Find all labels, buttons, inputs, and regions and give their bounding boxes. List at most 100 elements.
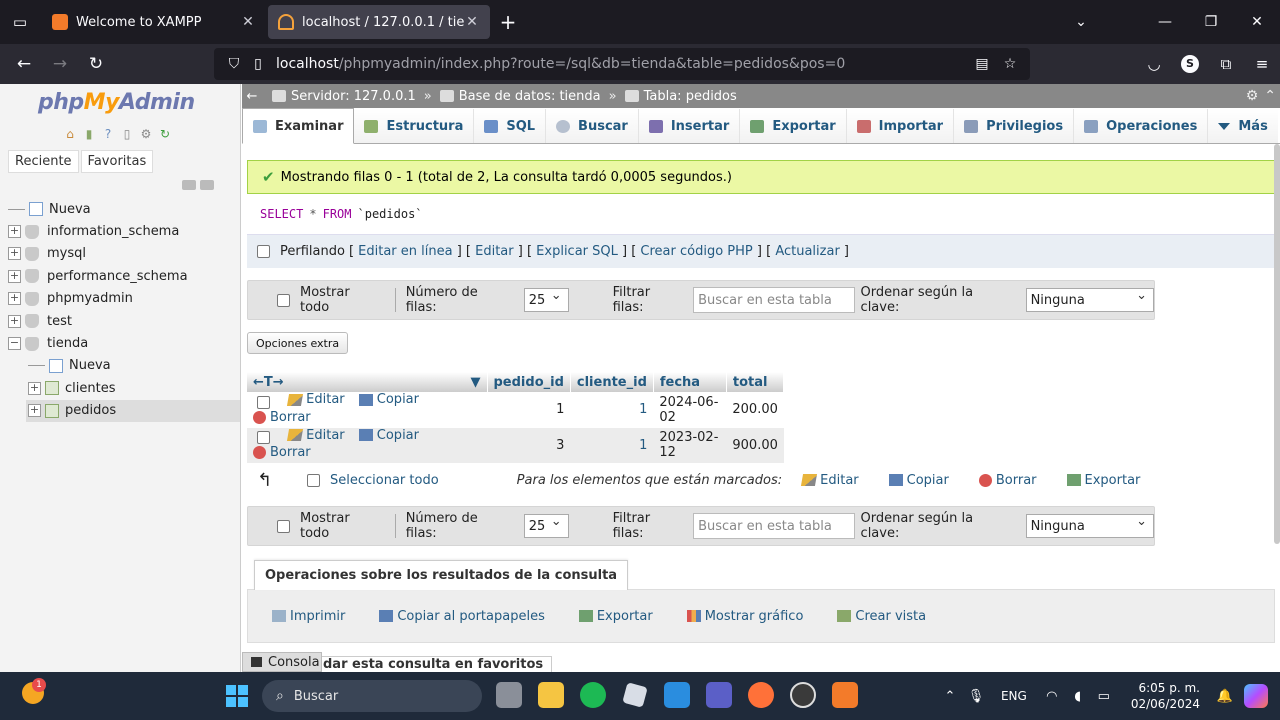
copy-to-clipboard-button[interactable]: Copiar al portapapeles	[379, 609, 545, 624]
spotify-icon[interactable]	[580, 682, 606, 708]
account-avatar[interactable]: S	[1181, 55, 1199, 73]
help-icon[interactable]: ?	[100, 126, 116, 142]
copilot-icon[interactable]	[1244, 684, 1268, 708]
sort-select[interactable]: Ninguna	[1025, 288, 1154, 312]
cell-fecha[interactable]: 2024-06-02	[653, 392, 727, 428]
cell-pedido-id[interactable]: 1	[487, 392, 571, 428]
link-explain-sql[interactable]: Explicar SQL	[536, 244, 618, 259]
create-view-button[interactable]: Crear vista	[837, 609, 926, 624]
tree-item-tienda-new[interactable]: Nueva	[8, 355, 240, 377]
close-window-icon[interactable]: ✕	[1234, 14, 1280, 30]
print-button[interactable]: Imprimir	[272, 609, 345, 624]
cell-cliente-id[interactable]: 1	[570, 427, 654, 463]
bulk-edit-button[interactable]: Editar	[801, 473, 859, 488]
url-bar[interactable]: ⛉ ▯ localhost/phpmyadmin/index.php?route…	[214, 48, 1030, 80]
cell-cliente-id[interactable]: 1	[570, 392, 654, 428]
back-arrow-icon[interactable]: ←	[242, 89, 262, 104]
close-tab-icon[interactable]: ✕	[464, 14, 480, 30]
rows-select[interactable]: 25	[523, 288, 569, 312]
tab-importar[interactable]: Importar	[846, 109, 955, 143]
tab-favorites[interactable]: Favoritas	[80, 150, 154, 173]
close-tab-icon[interactable]: ✕	[240, 14, 256, 30]
notifications-bell-icon[interactable]: 🔔	[1212, 689, 1238, 704]
microphone-icon[interactable]: 🎙	[963, 689, 989, 704]
collapse-minus-icon[interactable]: −	[8, 337, 21, 351]
expand-plus-icon[interactable]: +	[8, 269, 21, 283]
browser-tab-xampp[interactable]: Welcome to XAMPP ✕	[42, 5, 266, 39]
select-all-checkbox[interactable]	[307, 473, 320, 487]
tab-exportar[interactable]: Exportar	[740, 109, 847, 143]
header-cliente-id[interactable]: cliente_id	[570, 372, 654, 392]
row-delete-button[interactable]: Borrar	[253, 445, 311, 460]
profiling-checkbox[interactable]	[257, 245, 270, 258]
xampp-icon[interactable]	[832, 682, 858, 708]
column-arrows-icon[interactable]: ←T→	[253, 375, 284, 390]
tab-recent[interactable]: Reciente	[8, 150, 79, 173]
tab-sql[interactable]: SQL	[474, 109, 547, 143]
row-delete-button[interactable]: Borrar	[253, 410, 311, 425]
taskbar-search[interactable]: ⌕ Buscar	[262, 680, 482, 712]
link-edit[interactable]: Editar	[475, 244, 514, 259]
language-indicator[interactable]: ENG	[1001, 689, 1027, 703]
clock[interactable]: 6:05 p. m. 02/06/2024	[1131, 680, 1200, 712]
minimize-icon[interactable]: —	[1142, 14, 1188, 30]
link-create-php-code[interactable]: Crear código PHP	[640, 244, 752, 259]
breadcrumb-server[interactable]: Servidor: 127.0.0.1	[272, 89, 416, 104]
tree-item-mysql[interactable]: + mysql	[8, 243, 240, 265]
header-pedido-id[interactable]: pedido_id	[487, 372, 571, 392]
tree-item-phpmyadmin[interactable]: + phpmyadmin	[8, 288, 240, 310]
tab-estructura[interactable]: Estructura	[354, 109, 475, 143]
select-all-link[interactable]: Seleccionar todo	[330, 473, 439, 488]
header-fecha[interactable]: fecha	[653, 372, 727, 392]
row-copy-button[interactable]: Copiar	[358, 392, 419, 407]
page-info-icon[interactable]: ▯	[246, 56, 270, 72]
bulk-delete-button[interactable]: Borrar	[978, 473, 1037, 488]
roblox-studio-icon[interactable]	[622, 682, 648, 708]
tab-buscar[interactable]: Buscar	[546, 109, 639, 143]
docs-icon[interactable]: ▯	[119, 126, 135, 142]
wifi-icon[interactable]: ◠	[1039, 689, 1065, 704]
show-chart-button[interactable]: Mostrar gráfico	[686, 609, 803, 624]
row-checkbox[interactable]	[257, 395, 270, 409]
page-scrollbar[interactable]	[1274, 144, 1280, 544]
row-edit-button[interactable]: Editar	[287, 428, 345, 443]
row-checkbox[interactable]	[257, 431, 270, 444]
expand-plus-icon[interactable]: +	[28, 404, 41, 418]
bookmark-star-icon[interactable]: ☆	[996, 56, 1024, 72]
breadcrumb-table[interactable]: Tabla: pedidos	[624, 89, 737, 104]
extensions-icon[interactable]: ⧉	[1208, 55, 1244, 73]
expand-plus-icon[interactable]: +	[8, 225, 21, 239]
tree-item-pedidos[interactable]: + pedidos	[26, 399, 240, 422]
show-all-checkbox[interactable]	[277, 519, 290, 533]
volume-icon[interactable]: ◖	[1065, 689, 1091, 704]
task-view-icon[interactable]	[496, 682, 522, 708]
breadcrumb-database[interactable]: Base de datos: tienda	[439, 89, 601, 104]
show-all-checkbox[interactable]	[277, 293, 290, 307]
cell-pedido-id[interactable]: 3	[487, 427, 571, 463]
tab-examinar[interactable]: Examinar	[242, 108, 355, 144]
refresh-icon[interactable]: ↻	[157, 126, 173, 142]
sql-query-box[interactable]: SELECT * FROM `pedidos`	[247, 194, 1275, 234]
tab-privilegios[interactable]: Privilegios	[954, 109, 1075, 143]
vscode-icon[interactable]	[664, 682, 690, 708]
expand-plus-icon[interactable]: +	[8, 247, 21, 261]
obs-icon[interactable]	[790, 682, 816, 708]
sort-options-chevron-icon[interactable]: ▼	[471, 375, 481, 390]
forward-arrow-icon[interactable]: →	[42, 44, 78, 84]
reader-view-icon[interactable]: ▤	[968, 56, 996, 72]
tab-insertar[interactable]: Insertar	[638, 109, 741, 143]
expand-plus-icon[interactable]: +	[8, 314, 21, 328]
export-button[interactable]: Exportar	[578, 609, 653, 624]
cell-fecha[interactable]: 2023-02-12	[653, 427, 727, 463]
expand-plus-icon[interactable]: +	[28, 381, 41, 395]
cell-total[interactable]: 200.00	[726, 392, 784, 428]
reload-icon[interactable]: ↻	[78, 44, 114, 84]
filter-input[interactable]: Buscar en esta tabla	[693, 513, 855, 539]
shield-icon[interactable]: ⛉	[222, 56, 246, 72]
collapse-top-icon[interactable]: ⌃	[1264, 88, 1276, 104]
sort-select[interactable]: Ninguna	[1025, 514, 1154, 538]
filter-input[interactable]: Buscar en esta tabla	[693, 287, 855, 313]
row-edit-button[interactable]: Editar	[287, 392, 345, 407]
new-tab-icon[interactable]: +	[490, 10, 526, 34]
tree-item-performance-schema[interactable]: + performance_schema	[8, 265, 240, 287]
